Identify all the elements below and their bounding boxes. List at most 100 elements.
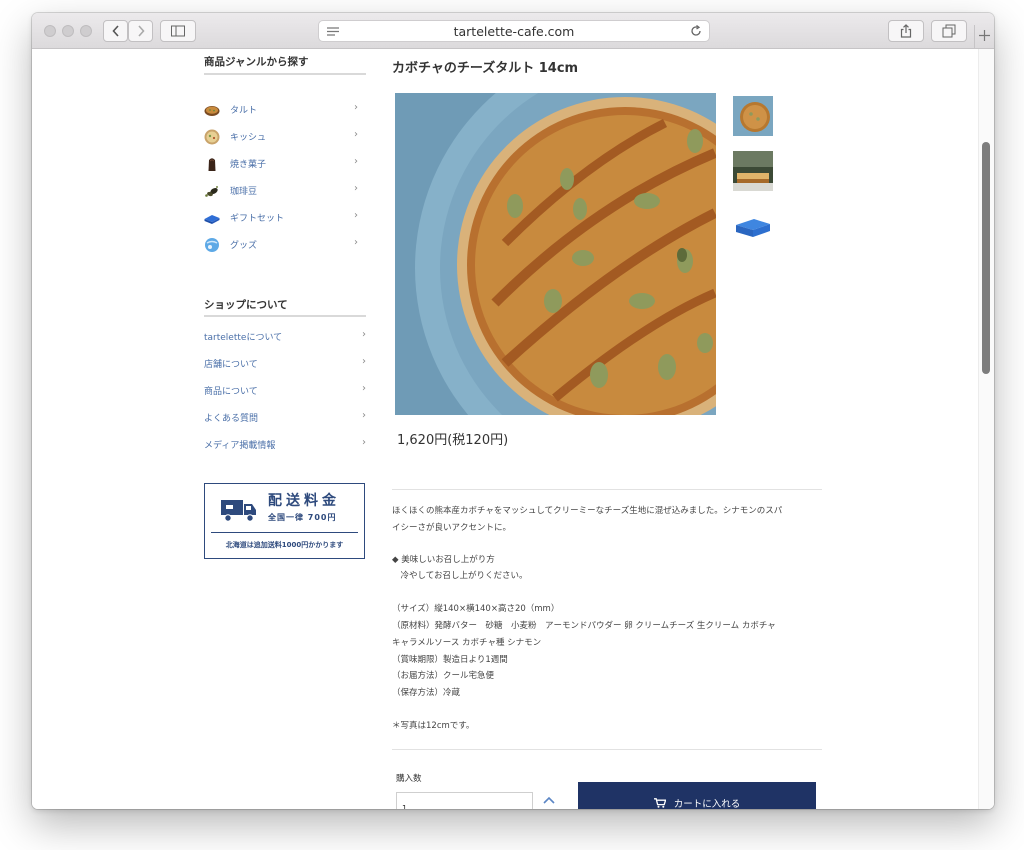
product-price: 1,620円(税120円) <box>397 433 509 448</box>
sidebar-link-label: 店舗について <box>204 360 258 370</box>
sidebar-link-label: tarteletteについて <box>204 333 283 343</box>
description-line: （保存方法）冷蔵 <box>392 688 461 698</box>
shop-heading: ショップについて <box>204 299 288 311</box>
sidebar-link-products[interactable]: 商品について › <box>204 381 366 401</box>
description-line: イシーさが良いアクセントに。 <box>392 523 512 533</box>
description-line: キャラメルソース カボチャ種 シナモン <box>392 638 542 648</box>
gift-box-thumbnail <box>733 206 773 246</box>
sidebar-link-stores[interactable]: 店舗について › <box>204 354 366 374</box>
shopping-cart-icon <box>653 798 667 808</box>
tart-icon <box>204 106 220 116</box>
quantity-increase-icon[interactable] <box>542 794 556 806</box>
tart-thumbnail <box>733 96 773 136</box>
sidebar-link-label: メディア掲載情報 <box>204 441 276 451</box>
sidebar-item-label: グッズ <box>230 241 258 251</box>
sidebar-item-quiche[interactable]: キッシュ › <box>204 126 366 148</box>
tabs-overview-button[interactable] <box>931 20 967 42</box>
sidebar-link-faq[interactable]: よくある質問 › <box>204 408 366 428</box>
description-top-divider <box>392 489 822 490</box>
genre-heading: 商品ジャンルから探す <box>204 56 309 68</box>
tart-slice-thumbnail <box>733 151 773 191</box>
url-text: tartelette-cafe.com <box>453 24 575 39</box>
shipping-note: 北海道は追加送料1000円かかります <box>225 541 344 549</box>
shipping-divider <box>211 532 358 533</box>
chevron-right-icon: › <box>362 329 366 340</box>
chevron-left-icon <box>111 25 119 37</box>
genre-heading-divider <box>204 73 366 75</box>
description-line: （賞味期限）製造日より1週間 <box>392 655 508 665</box>
sidebar-item-label: 焼き菓子 <box>230 160 267 170</box>
browser-window: tartelette-cafe.com 商品ジャンルから探す タルト › キッシ… <box>32 13 994 809</box>
sidebar-link-label: よくある質問 <box>204 414 259 424</box>
browser-toolbar: tartelette-cafe.com <box>32 13 994 49</box>
sidebar-item-coffee-beans[interactable]: 珈琲豆 › <box>204 180 366 202</box>
sidebar-item-tart[interactable]: タルト › <box>204 99 366 121</box>
chevron-right-icon: › <box>362 437 366 448</box>
chevron-right-icon: › <box>362 383 366 394</box>
add-to-cart-button[interactable]: カートに入れる <box>578 782 816 809</box>
sidebar-link-label: 商品について <box>204 387 258 397</box>
chevron-right-icon: › <box>354 129 358 140</box>
description-line: （お届方法）クール宅急便 <box>392 671 495 681</box>
product-thumbnail-1[interactable] <box>733 96 773 136</box>
coffee-beans-icon <box>205 186 218 197</box>
sidebar-item-label: キッシュ <box>230 133 267 143</box>
scrollbar-thumb[interactable] <box>982 142 990 374</box>
description-line: （原材料）発酵バター 砂糖 小麦粉 アーモンドパウダー 卵 クリームチーズ 生ク… <box>392 621 776 631</box>
sidebar-link-media[interactable]: メディア掲載情報 › <box>204 435 366 455</box>
chevron-right-icon: › <box>354 102 358 113</box>
sidebar-item-gift-set[interactable]: ギフトセット › <box>204 207 366 229</box>
shipping-subtitle: 全国一律 700円 <box>268 513 337 522</box>
reload-icon[interactable] <box>690 25 702 37</box>
zoom-window-button[interactable] <box>80 25 92 37</box>
quantity-input[interactable]: 1 <box>396 792 533 809</box>
description-line: 冷やしてお召し上がりください。 <box>392 571 528 581</box>
baked-goods-icon <box>208 158 216 171</box>
pumpkin-tart-photo <box>395 93 716 415</box>
close-window-button[interactable] <box>44 25 56 37</box>
chevron-right-icon: › <box>362 410 366 421</box>
delivery-truck-icon <box>221 500 256 522</box>
share-icon <box>900 24 912 38</box>
add-to-cart-label: カートに入れる <box>673 799 741 809</box>
sidebar-toggle-button[interactable] <box>160 20 196 42</box>
sidebar-item-label: ギフトセット <box>230 214 285 224</box>
shipping-fee-banner[interactable]: 配送料金 全国一律 700円 北海道は追加送料1000円かかります <box>204 483 365 559</box>
plus-icon <box>979 30 990 41</box>
description-bottom-divider <box>392 749 822 750</box>
gift-box-icon <box>204 215 220 224</box>
product-title: カボチャのチーズタルト 14cm <box>392 61 579 76</box>
back-button[interactable] <box>103 20 128 42</box>
page-content: 商品ジャンルから探す タルト › キッシュ › 焼き菓子 › 珈琲豆 › ギフト… <box>32 49 994 809</box>
goods-icon <box>205 238 219 252</box>
vertical-scrollbar[interactable] <box>978 49 994 809</box>
product-thumbnail-2[interactable] <box>733 151 773 191</box>
sidebar-icon <box>171 25 185 37</box>
description-line: ◆ 美味しいお召し上がり方 <box>392 555 495 565</box>
description-line: （サイズ）縦140×横140×高さ20（mm） <box>392 604 560 614</box>
product-thumbnail-3[interactable] <box>733 206 773 246</box>
address-bar[interactable]: tartelette-cafe.com <box>318 20 710 42</box>
chevron-right-icon: › <box>354 210 358 221</box>
forward-button[interactable] <box>128 20 153 42</box>
sidebar-item-label: 珈琲豆 <box>230 187 258 197</box>
new-tab-button[interactable] <box>974 25 994 48</box>
share-button[interactable] <box>888 20 924 42</box>
sidebar-item-label: タルト <box>230 106 258 116</box>
product-main-image[interactable] <box>395 93 716 415</box>
tabs-icon <box>942 24 956 38</box>
chevron-right-icon: › <box>354 183 358 194</box>
sidebar-item-goods[interactable]: グッズ › <box>204 234 366 256</box>
quantity-label: 購入数 <box>396 774 422 784</box>
chevron-right-icon <box>137 25 145 37</box>
description-line: ＊写真は12cmです。 <box>392 721 475 731</box>
quantity-value: 1 <box>402 804 408 809</box>
minimize-window-button[interactable] <box>62 25 74 37</box>
shop-heading-divider <box>204 315 366 317</box>
sidebar-item-baked-goods[interactable]: 焼き菓子 › <box>204 153 366 175</box>
quiche-icon <box>204 129 220 145</box>
chevron-right-icon: › <box>354 237 358 248</box>
shipping-title: 配送料金 <box>268 493 340 509</box>
sidebar-link-about-tartelette[interactable]: tarteletteについて › <box>204 327 366 347</box>
chevron-right-icon: › <box>362 356 366 367</box>
